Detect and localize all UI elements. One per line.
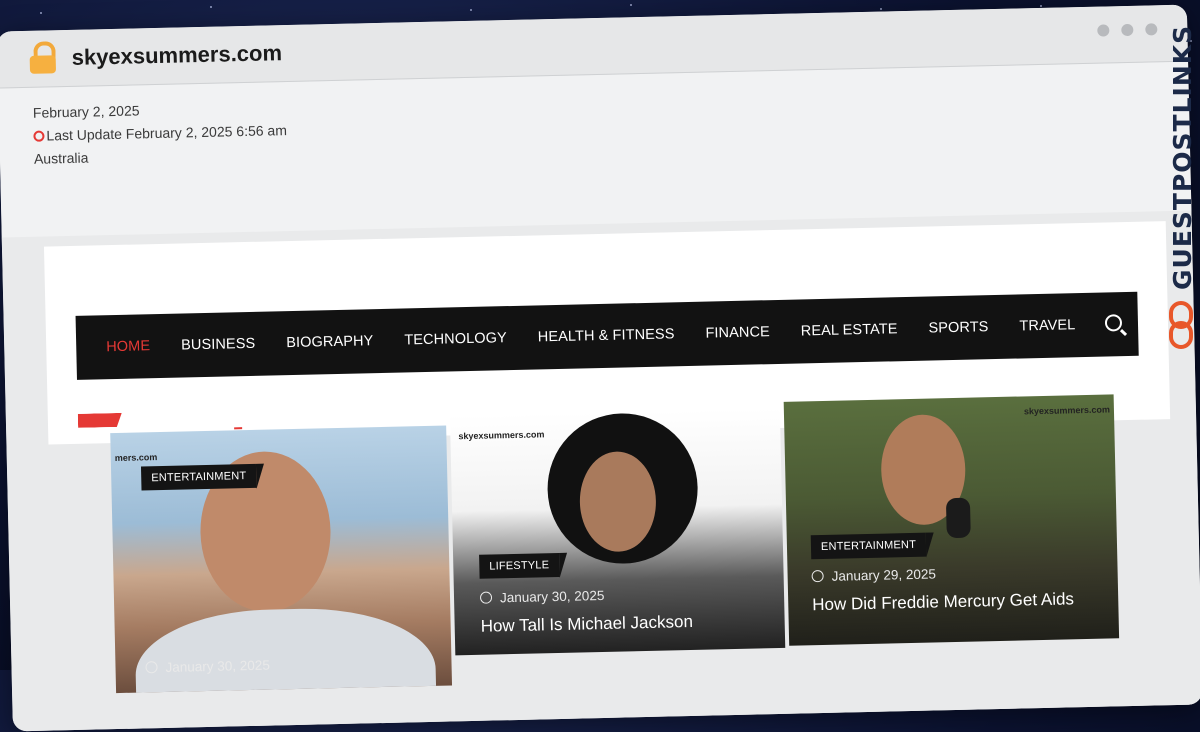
clock-icon [811,569,824,583]
post-card[interactable]: skyexsummers.com LIFESTYLE January 30, 2… [449,407,786,656]
last-update-text: Last Update February 2, 2025 6:56 am [46,122,288,144]
chain-link-icon [1169,301,1193,349]
post-title[interactable]: How Tall Is Michael Jackson [480,612,693,637]
category-badge[interactable]: ENTERTAINMENT [140,463,257,491]
category-badge[interactable]: ENTERTAINMENT [810,532,927,560]
post-card[interactable]: skyexsummers.com ENTERTAINMENT January 2… [783,394,1120,646]
window-controls [1097,23,1158,37]
category-badge[interactable]: LIFESTYLE [479,552,560,579]
post-date-text: January 30, 2025 [499,587,605,606]
post-date: January 30, 2025 [145,658,270,676]
clock-icon [33,130,45,142]
nav-item-health-fitness[interactable]: HEALTH & FITNESS [538,326,675,345]
lock-icon [27,41,58,76]
nav-item-business[interactable]: BUSINESS [181,336,255,354]
address-domain[interactable]: skyexsummers.com [71,40,282,71]
guestpostlinks-badge: GUESTPOSTLINKS [1168,24,1197,290]
watermark: mers.com [114,452,158,464]
post-title[interactable]: How Did Freddie Mercury Get Aids [812,589,1074,615]
nav-item-biography[interactable]: BIOGRAPHY [286,333,373,351]
post-card[interactable]: mers.com ENTERTAINMENT January 30, 2025 [110,425,453,694]
nav-item-technology[interactable]: TECHNOLOGY [404,330,507,348]
watermark: skyexsummers.com [1023,404,1111,417]
window-dot-icon[interactable] [1145,23,1158,36]
photo-shirt [134,605,438,694]
nav-item-travel[interactable]: TRAVEL [1019,317,1075,334]
search-icon[interactable] [1104,314,1123,332]
post-date: January 29, 2025 [811,566,936,584]
clock-icon [479,591,493,604]
post-date-text: January 29, 2025 [831,566,937,584]
window-dot-icon[interactable] [1097,24,1110,37]
post-date-text: January 30, 2025 [165,657,271,675]
nav-item-finance[interactable]: FINANCE [705,324,770,341]
nav-item-home[interactable]: HOME [106,338,150,355]
watermark: skyexsummers.com [458,429,545,442]
window-dot-icon[interactable] [1121,23,1134,37]
post-date: January 30, 2025 [479,587,605,606]
clock-icon [145,661,158,674]
featured-posts: mers.com ENTERTAINMENT January 30, 2025 … [110,394,1120,694]
nav-item-sports[interactable]: SPORTS [928,319,988,336]
nav-item-real-estate[interactable]: REAL ESTATE [801,321,898,339]
photo-microphone [945,497,971,539]
